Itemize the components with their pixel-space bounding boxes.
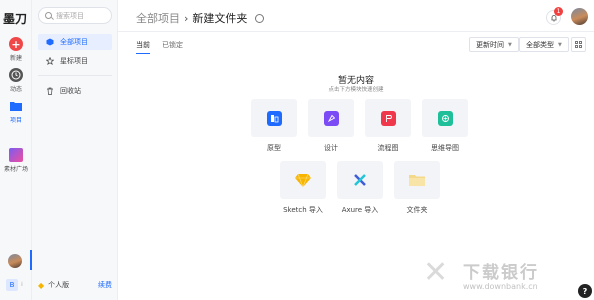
create-flowchart-card[interactable]: 流程图 bbox=[365, 99, 411, 153]
header-avatar[interactable] bbox=[571, 8, 588, 25]
prototype-icon bbox=[266, 110, 282, 126]
help-button[interactable]: ? bbox=[578, 284, 592, 298]
breadcrumb-current: 新建文件夹 bbox=[192, 12, 248, 25]
star-icon bbox=[46, 57, 54, 65]
diamond-icon: ◆ bbox=[38, 280, 45, 290]
import-sketch-card[interactable]: Sketch 导入 bbox=[280, 161, 326, 215]
search-icon bbox=[45, 12, 52, 19]
search-box[interactable] bbox=[38, 7, 112, 24]
chevron-down-icon: ▼ bbox=[558, 41, 562, 48]
app-logo: 墨刀 bbox=[3, 12, 28, 26]
folder-icon bbox=[409, 175, 425, 186]
header-divider bbox=[118, 31, 594, 32]
watermark-url: www.downbank.cn bbox=[463, 282, 538, 291]
plan-label: 个人版 bbox=[48, 281, 70, 289]
watermark: ✕ 下载银行 www.downbank.cn bbox=[423, 255, 583, 295]
card-label: 流程图 bbox=[377, 144, 399, 152]
plus-icon: + bbox=[9, 37, 23, 51]
rail-item-activity[interactable]: 动态 bbox=[0, 68, 32, 93]
sidebar-item-starred[interactable]: 星标项目 bbox=[38, 53, 112, 69]
breadcrumb: 全部项目 › 新建文件夹 bbox=[136, 10, 265, 26]
breadcrumb-separator: › bbox=[184, 11, 189, 25]
grid-icon-cell bbox=[579, 41, 582, 44]
sort-label: 更新时间 bbox=[476, 40, 504, 49]
left-rail: 墨刀 + 新建 动态 项目 素材广场 B ⁞ bbox=[0, 0, 32, 300]
card-label: Sketch 导入 bbox=[283, 206, 323, 214]
sketch-icon bbox=[295, 173, 311, 187]
watermark-logo: ✕ bbox=[423, 255, 449, 290]
sidebar-item-trash[interactable]: 回收站 bbox=[38, 83, 112, 99]
tab-current[interactable]: 当前 bbox=[136, 40, 150, 54]
sidebar-item-label: 全部项目 bbox=[60, 38, 88, 46]
renew-link[interactable]: 续费 bbox=[98, 280, 112, 290]
team-more-icon[interactable]: ⁞ bbox=[21, 281, 23, 288]
team-chip[interactable]: B bbox=[6, 279, 18, 291]
rail-item-materials[interactable]: 素材广场 bbox=[0, 148, 32, 173]
card-box bbox=[422, 99, 468, 137]
sidebar-item-label: 星标项目 bbox=[60, 57, 88, 65]
mindmap-icon bbox=[437, 110, 453, 126]
tab-locked[interactable]: 已锁定 bbox=[162, 40, 183, 54]
rail-item-label: 新建 bbox=[9, 55, 22, 62]
cube-icon bbox=[46, 38, 54, 46]
card-box bbox=[337, 161, 383, 199]
create-folder-card[interactable]: 文件夹 bbox=[394, 161, 440, 215]
card-box bbox=[308, 99, 354, 137]
create-mindmap-card[interactable]: 思维导图 bbox=[422, 99, 468, 153]
axure-icon bbox=[354, 174, 366, 186]
card-label: Axure 导入 bbox=[341, 206, 379, 214]
trash-icon bbox=[46, 87, 54, 95]
chevron-down-icon: ▼ bbox=[508, 41, 512, 48]
card-box bbox=[365, 99, 411, 137]
card-box bbox=[280, 161, 326, 199]
grid-icon bbox=[575, 41, 578, 44]
grid-view-button[interactable] bbox=[571, 37, 586, 52]
plan-info: ◆ 个人版 续费 bbox=[38, 280, 112, 290]
search-input[interactable] bbox=[56, 11, 110, 20]
clock-icon bbox=[9, 68, 23, 82]
sidebar-item-label: 回收站 bbox=[60, 87, 81, 95]
type-dropdown[interactable]: 全部类型 ▼ bbox=[519, 37, 569, 52]
notification-button[interactable]: 1 bbox=[546, 7, 563, 25]
design-icon bbox=[323, 110, 339, 126]
folder-icon bbox=[9, 99, 23, 113]
card-box bbox=[394, 161, 440, 199]
sidebar-divider bbox=[38, 75, 112, 76]
notification-badge: 1 bbox=[554, 7, 563, 16]
rail-item-label: 项目 bbox=[9, 117, 22, 124]
create-design-card[interactable]: 设计 bbox=[308, 99, 354, 153]
view-tabs: 当前 已锁定 bbox=[136, 40, 195, 54]
empty-subtitle: 点击下方模块快速创建 bbox=[328, 87, 384, 93]
rail-item-label: 动态 bbox=[9, 86, 22, 93]
rail-item-projects[interactable]: 项目 bbox=[0, 99, 32, 124]
rail-item-new[interactable]: + 新建 bbox=[0, 37, 32, 62]
card-box bbox=[251, 99, 297, 137]
project-sidebar: 全部项目 星标项目 回收站 ◆ 个人版 续费 bbox=[32, 0, 118, 300]
grid-icon-cell bbox=[575, 45, 578, 48]
flowchart-icon bbox=[380, 110, 396, 126]
sidebar-item-all-projects[interactable]: 全部项目 bbox=[38, 34, 112, 50]
breadcrumb-root[interactable]: 全部项目 bbox=[136, 10, 180, 26]
card-label: 思维导图 bbox=[431, 144, 459, 152]
create-prototype-card[interactable]: 原型 bbox=[251, 99, 297, 153]
card-label: 设计 bbox=[324, 144, 338, 152]
rail-item-label: 素材广场 bbox=[3, 166, 28, 173]
sort-dropdown[interactable]: 更新时间 ▼ bbox=[469, 37, 519, 52]
import-axure-card[interactable]: Axure 导入 bbox=[337, 161, 383, 215]
card-label: 原型 bbox=[267, 144, 281, 152]
type-label: 全部类型 bbox=[526, 40, 554, 49]
card-label: 文件夹 bbox=[406, 206, 428, 214]
grid-icon-cell bbox=[579, 45, 582, 48]
material-icon bbox=[9, 148, 23, 162]
user-avatar[interactable] bbox=[8, 254, 22, 268]
watermark-title: 下载银行 bbox=[463, 263, 539, 283]
gear-icon[interactable] bbox=[255, 13, 265, 23]
